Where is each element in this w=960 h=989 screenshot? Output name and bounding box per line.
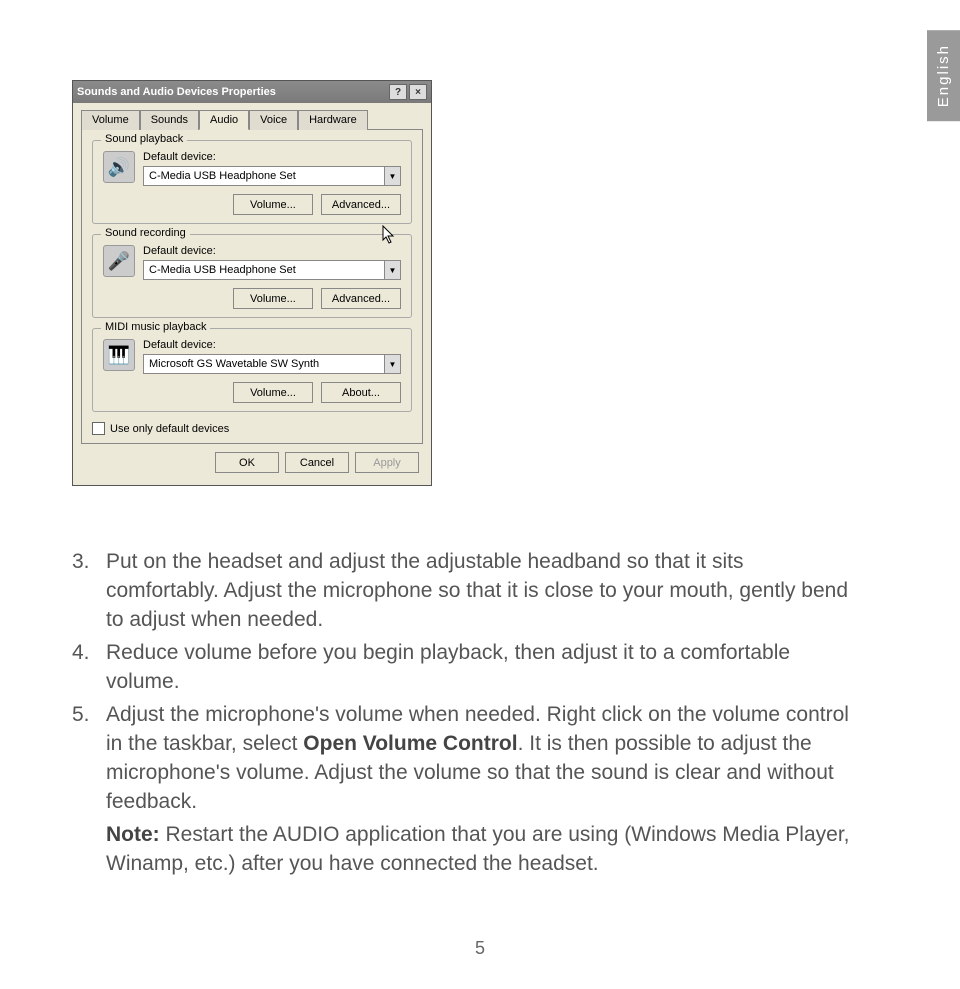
step-3-number: 3. <box>72 548 106 635</box>
page-number: 5 <box>0 938 960 959</box>
tab-hardware[interactable]: Hardware <box>298 110 368 130</box>
note-label: Note: <box>106 823 160 846</box>
midi-label: Default device: <box>143 339 401 351</box>
chevron-down-icon[interactable]: ▼ <box>384 355 400 373</box>
speaker-icon: 🔊 <box>103 151 135 183</box>
midi-device-combo[interactable]: Microsoft GS Wavetable SW Synth ▼ <box>143 354 401 374</box>
playback-device-combo[interactable]: C-Media USB Headphone Set ▼ <box>143 166 401 186</box>
midi-about-button[interactable]: About... <box>321 382 401 403</box>
step-4-number: 4. <box>72 639 106 697</box>
recording-device-combo[interactable]: C-Media USB Headphone Set ▼ <box>143 260 401 280</box>
group-sound-recording: Sound recording 🎤 Default device: C-Medi… <box>92 234 412 318</box>
tab-volume[interactable]: Volume <box>81 110 140 130</box>
default-devices-checkbox[interactable] <box>92 422 105 435</box>
dialog-title: Sounds and Audio Devices Properties <box>77 86 387 98</box>
step-5-text: Adjust the microphone's volume when need… <box>106 701 862 817</box>
step-4-text: Reduce volume before you begin playback,… <box>106 639 862 697</box>
microphone-icon: 🎤 <box>103 245 135 277</box>
playback-device-value: C-Media USB Headphone Set <box>144 170 384 182</box>
recording-label: Default device: <box>143 245 401 257</box>
recording-device-value: C-Media USB Headphone Set <box>144 264 384 276</box>
chevron-down-icon[interactable]: ▼ <box>384 261 400 279</box>
tab-audio[interactable]: Audio <box>199 110 249 130</box>
group-sound-playback: Sound playback 🔊 Default device: C-Media… <box>92 140 412 224</box>
default-devices-row[interactable]: Use only default devices <box>92 422 412 435</box>
playback-advanced-button[interactable]: Advanced... <box>321 194 401 215</box>
help-button[interactable]: ? <box>389 84 407 100</box>
instruction-text: 3. Put on the headset and adjust the adj… <box>72 548 862 879</box>
dialog-button-row: OK Cancel Apply <box>73 452 431 485</box>
tab-sounds[interactable]: Sounds <box>140 110 199 130</box>
titlebar[interactable]: Sounds and Audio Devices Properties ? × <box>73 81 431 103</box>
open-volume-control-bold: Open Volume Control <box>303 732 517 755</box>
recording-volume-button[interactable]: Volume... <box>233 288 313 309</box>
tab-panel-audio: Sound playback 🔊 Default device: C-Media… <box>81 129 423 444</box>
playback-volume-button[interactable]: Volume... <box>233 194 313 215</box>
group-title-midi: MIDI music playback <box>101 321 210 333</box>
step-5-number: 5. <box>72 701 106 817</box>
sounds-audio-dialog: Sounds and Audio Devices Properties ? × … <box>72 80 432 486</box>
cancel-button[interactable]: Cancel <box>285 452 349 473</box>
group-title-playback: Sound playback <box>101 133 187 145</box>
tab-strip: Volume Sounds Audio Voice Hardware <box>73 103 431 129</box>
default-devices-label: Use only default devices <box>110 423 229 435</box>
language-tab: English <box>927 30 960 121</box>
playback-label: Default device: <box>143 151 401 163</box>
step-3-text: Put on the headset and adjust the adjust… <box>106 548 862 635</box>
midi-device-value: Microsoft GS Wavetable SW Synth <box>144 358 384 370</box>
apply-button[interactable]: Apply <box>355 452 419 473</box>
group-title-recording: Sound recording <box>101 227 190 239</box>
midi-icon: 🎹 <box>103 339 135 371</box>
note-text: Note: Restart the AUDIO application that… <box>72 821 862 879</box>
group-midi-playback: MIDI music playback 🎹 Default device: Mi… <box>92 328 412 412</box>
close-button[interactable]: × <box>409 84 427 100</box>
recording-advanced-button[interactable]: Advanced... <box>321 288 401 309</box>
tab-voice[interactable]: Voice <box>249 110 298 130</box>
dialog-screenshot: Sounds and Audio Devices Properties ? × … <box>72 80 432 486</box>
chevron-down-icon[interactable]: ▼ <box>384 167 400 185</box>
midi-volume-button[interactable]: Volume... <box>233 382 313 403</box>
ok-button[interactable]: OK <box>215 452 279 473</box>
